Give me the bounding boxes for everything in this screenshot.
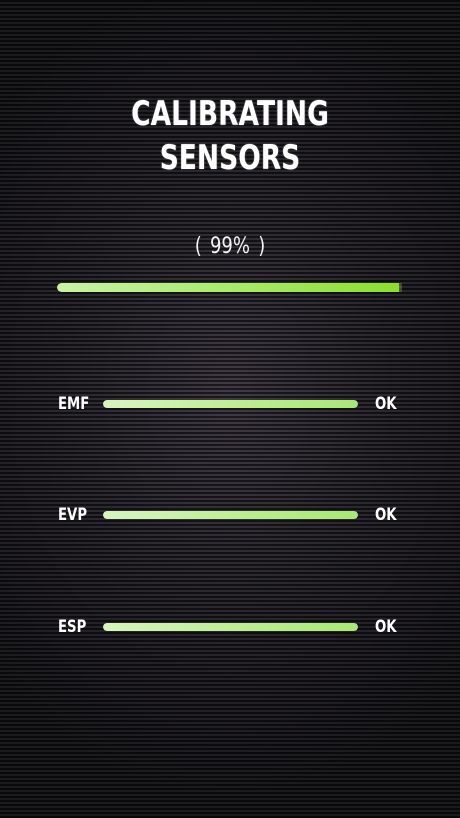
sensor-progress-fill (103, 623, 358, 631)
sensor-label: EMF (58, 394, 90, 414)
page-title: CALIBRATING SENSORS (51, 92, 410, 180)
bracket-open: ( (194, 234, 202, 259)
sensor-label: ESP (58, 617, 87, 637)
calibration-screen: CALIBRATING SENSORS (99%) EMF OK EVP OK … (0, 0, 460, 818)
sensor-status: OK (375, 505, 397, 525)
sensor-status: OK (375, 617, 397, 637)
progress-percent: (99%) (41, 232, 418, 262)
sensor-status: OK (375, 394, 397, 414)
bracket-close: ) (258, 234, 266, 259)
main-progress-bar (57, 283, 402, 292)
sensor-row-esp: ESP OK (0, 612, 460, 642)
sensor-progress-fill (103, 400, 358, 408)
sensor-row-emf: EMF OK (0, 389, 460, 419)
sensor-progress-bar (103, 400, 358, 408)
sensor-progress-bar (103, 511, 358, 519)
sensor-progress-fill (103, 511, 358, 519)
sensor-row-evp: EVP OK (0, 500, 460, 530)
sensor-progress-bar (103, 623, 358, 631)
title-line-1: CALIBRATING (131, 94, 329, 134)
percent-value: 99% (209, 234, 251, 259)
main-progress-fill (57, 283, 399, 292)
title-line-2: SENSORS (159, 138, 301, 178)
sensor-label: EVP (58, 505, 88, 525)
